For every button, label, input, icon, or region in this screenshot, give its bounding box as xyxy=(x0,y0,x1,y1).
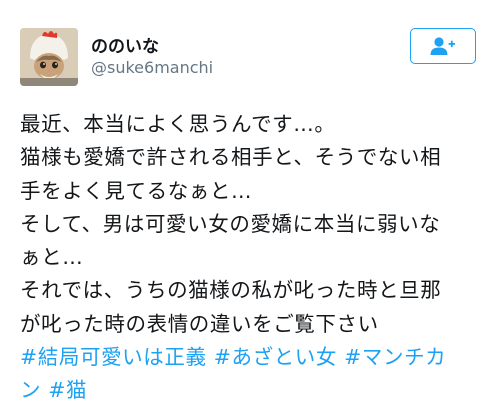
hashtag-line: ン #猫 xyxy=(20,374,490,407)
cat-avatar-icon xyxy=(20,28,78,86)
user-handle[interactable]: @suke6manchi xyxy=(91,58,213,77)
hashtag-line: #結局可愛いは正義 #あざとい女 #マンチカ xyxy=(20,341,490,374)
follow-user-icon xyxy=(430,37,455,55)
tweet-line: 手をよく見てるなぁと… xyxy=(20,178,253,203)
tweet-text: 最近、本当によく思うんです…。 猫様も愛嬌で許される相手と、そうでない相 手をよ… xyxy=(20,108,490,408)
follow-button[interactable] xyxy=(410,28,476,64)
hashtag-link[interactable]: #結局可愛いは正義 xyxy=(20,345,207,369)
hashtag-link[interactable]: #マンチカ xyxy=(344,345,446,369)
tweet-line: 猫様も愛嬌で許される相手と、そうでない相 xyxy=(20,145,442,170)
hashtag-link[interactable]: #猫 xyxy=(48,378,87,402)
tweet-line: が叱った時の表情の違いをご覧下さい xyxy=(20,311,379,336)
tweet-line: ぁと… xyxy=(20,245,84,270)
tweet-card: ののいな @suke6manchi 最近、本当によく思うんです…。 猫様も愛嬌で… xyxy=(0,0,500,410)
avatar[interactable] xyxy=(20,28,78,86)
tweet-line: 最近、本当によく思うんです…。 xyxy=(20,112,336,136)
tweet-line: そして、男は可愛い女の愛嬌に本当に弱いな xyxy=(20,211,441,236)
tweet-line: それでは、うちの猫様の私が叱った時と旦那 xyxy=(20,278,442,303)
hashtag-link[interactable]: #あざとい女 xyxy=(214,345,337,369)
hashtag-link-continued[interactable]: ン xyxy=(20,378,41,402)
display-name[interactable]: ののいな xyxy=(91,32,159,57)
